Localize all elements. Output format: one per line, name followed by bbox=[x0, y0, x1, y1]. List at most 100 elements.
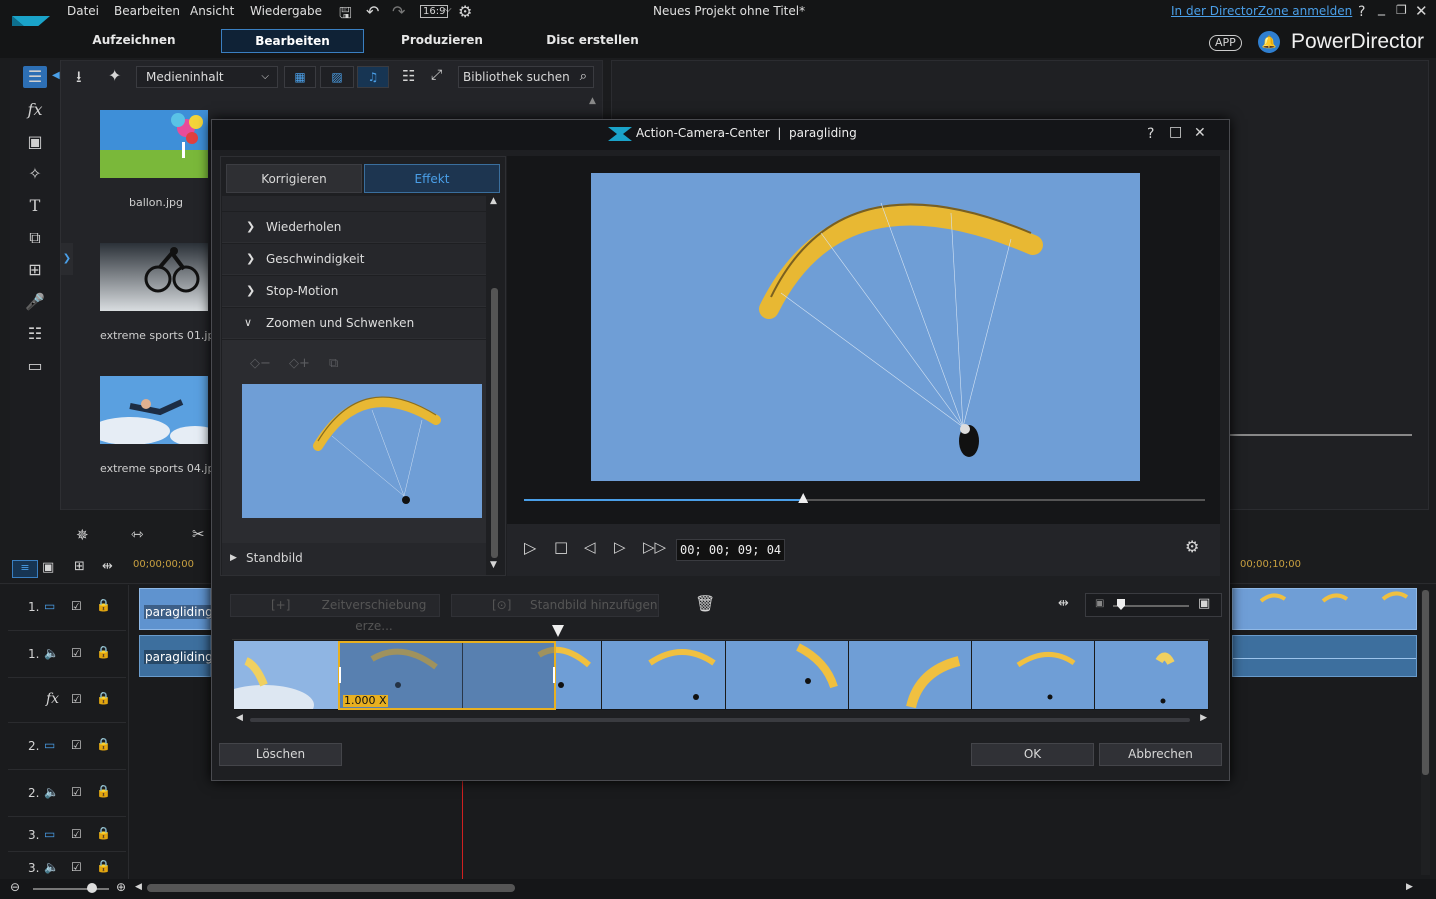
image-filter-button[interactable]: ▨ bbox=[320, 66, 354, 88]
close-icon[interactable]: ✕ bbox=[1415, 2, 1428, 20]
previous-frame-icon[interactable]: ◁ bbox=[584, 538, 596, 556]
audio-filter-button[interactable]: ♫ bbox=[357, 66, 389, 88]
delete-button[interactable]: Löschen bbox=[219, 743, 342, 766]
tab-capture[interactable]: Aufzeichnen bbox=[84, 29, 184, 53]
pip-room-icon[interactable]: ▣ bbox=[23, 131, 47, 153]
time-shift-button[interactable]: [+] Zeitverschiebung erze... bbox=[230, 594, 440, 633]
fit-timeline-icon[interactable]: ⇹ bbox=[102, 559, 113, 574]
import-media-icon[interactable]: ⭳ bbox=[76, 66, 82, 93]
audio-mixing-room-icon[interactable]: ⊞ bbox=[23, 259, 47, 281]
fast-forward-icon[interactable]: ▷▷ bbox=[643, 538, 666, 556]
filmstrip-frame[interactable] bbox=[972, 641, 1095, 709]
selection-right-handle[interactable] bbox=[553, 667, 555, 683]
filmstrip-frame[interactable] bbox=[602, 641, 726, 709]
timecode[interactable]: 00; 00; 09; 04 bbox=[676, 539, 786, 561]
title-room-icon[interactable]: T bbox=[23, 195, 47, 217]
lock-icon[interactable]: 🔒 bbox=[96, 598, 111, 612]
lock-icon[interactable]: 🔒 bbox=[96, 645, 111, 659]
timeline-vertical-scrollbar[interactable] bbox=[1421, 590, 1430, 875]
library-scrollbar[interactable]: ▲ bbox=[589, 96, 597, 108]
audio-clip-right[interactable] bbox=[1232, 635, 1417, 677]
maximize-icon[interactable]: □ bbox=[1169, 124, 1182, 140]
settings-icon[interactable]: ⚙ bbox=[458, 2, 472, 21]
menu-edit[interactable]: Bearbeiten bbox=[114, 4, 180, 18]
tab-effect[interactable]: Effekt bbox=[364, 164, 500, 193]
ok-button[interactable]: OK bbox=[971, 743, 1094, 766]
chapter-room-icon[interactable]: ☷ bbox=[23, 323, 47, 345]
lock-icon[interactable]: 🔒 bbox=[96, 691, 111, 705]
particle-room-icon[interactable]: ✧ bbox=[23, 163, 47, 185]
cancel-button[interactable]: Abbrechen bbox=[1099, 743, 1222, 766]
library-filter-select[interactable]: Medieninhalt ⌵ bbox=[136, 66, 278, 88]
section-speed[interactable]: ❯ Geschwindigkeit bbox=[222, 244, 486, 275]
track-enable-checkbox[interactable]: ☑ bbox=[71, 692, 82, 706]
filmstrip-frame[interactable] bbox=[234, 641, 340, 709]
timeline-horizontal-scrollbar[interactable] bbox=[147, 884, 515, 892]
fullscreen-icon[interactable]: ⧉ bbox=[329, 356, 338, 371]
section-repeat[interactable]: ❯ Wiederholen bbox=[222, 212, 486, 243]
split-icon[interactable]: ⇿ bbox=[131, 525, 144, 543]
lock-icon[interactable]: 🔒 bbox=[96, 826, 111, 840]
zoom-slider-handle[interactable] bbox=[1117, 599, 1125, 610]
scroll-right-icon[interactable]: ▶ bbox=[1200, 713, 1207, 723]
storyboard-view-icon[interactable]: ▣ bbox=[42, 560, 54, 575]
track-enable-checkbox[interactable]: ☑ bbox=[71, 860, 82, 874]
subtitle-room-icon[interactable]: ▭ bbox=[23, 355, 47, 377]
help-icon[interactable]: ? bbox=[1358, 4, 1365, 20]
media-thumbnail-extreme-sports-04[interactable] bbox=[100, 376, 208, 444]
plugin-icon[interactable]: ✦ bbox=[108, 66, 121, 85]
library-search-input[interactable]: Bibliothek suchen ⌕ bbox=[458, 66, 594, 88]
delete-icon[interactable]: 🗑 bbox=[695, 594, 715, 613]
track-enable-checkbox[interactable]: ☑ bbox=[71, 738, 82, 752]
track-enable-checkbox[interactable]: ☑ bbox=[71, 646, 82, 660]
timeline-view-icon[interactable]: ≡ bbox=[12, 560, 38, 578]
video-clip[interactable]: paragliding bbox=[139, 588, 214, 630]
tab-produce[interactable]: Produzieren bbox=[394, 29, 490, 53]
section-stop-motion[interactable]: ❯ Stop-Motion bbox=[222, 276, 486, 307]
video-filter-button[interactable]: ▦ bbox=[284, 66, 316, 88]
track-enable-checkbox[interactable]: ☑ bbox=[71, 785, 82, 799]
audio-clip[interactable]: paragliding bbox=[139, 635, 214, 677]
settings-icon[interactable]: ⚙ bbox=[1185, 537, 1199, 556]
next-frame-icon[interactable]: ▷ bbox=[614, 538, 626, 556]
stop-icon[interactable]: □ bbox=[554, 538, 568, 556]
thumbnail-zoom-slider[interactable]: ▣ ▣ bbox=[1085, 593, 1222, 617]
minimize-icon[interactable]: _ bbox=[1378, 0, 1385, 16]
close-icon[interactable]: ✕ bbox=[1194, 125, 1206, 141]
restore-icon[interactable]: ❐ bbox=[1396, 3, 1407, 17]
selection-left-handle[interactable] bbox=[339, 667, 341, 683]
help-icon[interactable]: ? bbox=[1147, 126, 1154, 142]
library-expand-handle[interactable]: ❯ bbox=[61, 243, 73, 275]
zoom-out-icon[interactable]: ⊖ bbox=[10, 880, 20, 894]
media-thumbnail-ballon[interactable] bbox=[100, 110, 208, 178]
menu-file[interactable]: Datei bbox=[67, 4, 99, 18]
transition-room-icon[interactable]: ⧉ bbox=[23, 227, 47, 249]
track-manager-icon[interactable]: ⊞ bbox=[74, 559, 85, 574]
remove-keyframe-icon[interactable]: ◇− bbox=[250, 356, 271, 371]
directorzone-login-link[interactable]: In der DirectorZone anmelden bbox=[1171, 4, 1352, 18]
lock-icon[interactable]: 🔒 bbox=[96, 784, 111, 798]
undo-icon[interactable]: ↶ bbox=[366, 2, 379, 21]
lock-icon[interactable]: 🔒 bbox=[96, 737, 111, 751]
magic-tools-icon[interactable]: ✵ bbox=[76, 526, 89, 544]
zoom-pan-preview[interactable] bbox=[242, 384, 482, 518]
tab-create-disc[interactable]: Disc erstellen bbox=[540, 29, 645, 53]
expand-library-icon[interactable]: ⤢ bbox=[431, 67, 442, 83]
voice-over-icon[interactable]: 🎤 bbox=[23, 291, 47, 313]
section-zoom-pan[interactable]: ∨ Zoomen und Schwenken bbox=[222, 308, 486, 339]
playhead-line[interactable] bbox=[462, 781, 463, 879]
menu-view[interactable]: Ansicht bbox=[190, 4, 234, 18]
filmstrip-scrollbar[interactable]: ◀ ▶ bbox=[234, 713, 1209, 725]
zoom-slider[interactable] bbox=[33, 883, 109, 893]
track-enable-checkbox[interactable]: ☑ bbox=[71, 599, 82, 613]
effect-pane-scrollbar[interactable]: ▲ ▼ bbox=[490, 196, 499, 574]
grid-view-icon[interactable]: ☷ bbox=[402, 67, 415, 85]
fx-room-icon[interactable]: fx bbox=[23, 99, 47, 121]
app-badge[interactable]: APP bbox=[1209, 35, 1242, 51]
scissors-icon[interactable]: ✂ bbox=[192, 525, 205, 543]
scroll-left-icon[interactable]: ◀ bbox=[135, 882, 142, 892]
save-icon[interactable]: 🖫 bbox=[339, 3, 352, 28]
add-freeze-frame-button[interactable]: [⊙] Standbild hinzufügen bbox=[451, 594, 659, 617]
media-thumbnail-extreme-sports-01[interactable] bbox=[100, 243, 208, 311]
redo-icon[interactable]: ↷ bbox=[392, 2, 405, 21]
